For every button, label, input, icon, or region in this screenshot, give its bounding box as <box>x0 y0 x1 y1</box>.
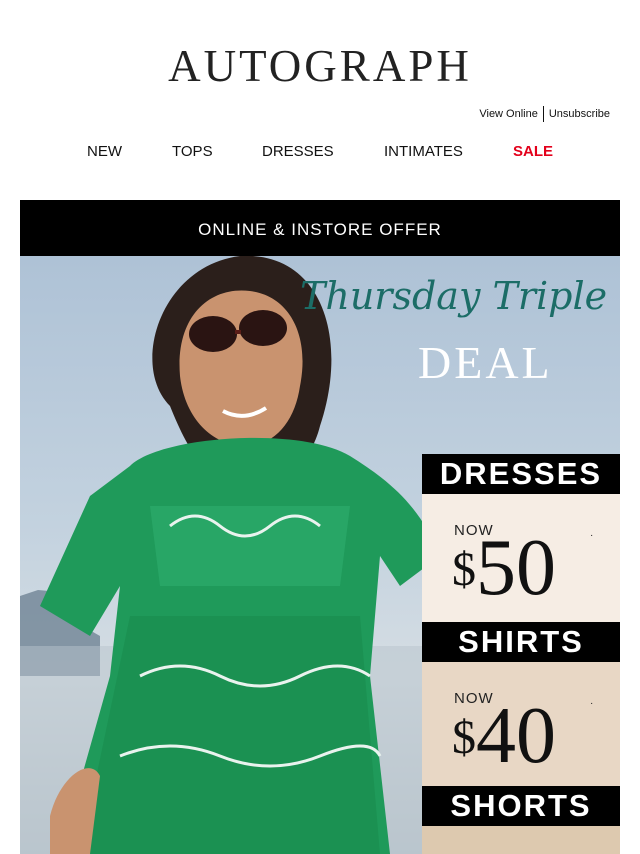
deal-shirts[interactable]: SHIRTS NOW $40 · <box>422 622 620 790</box>
divider <box>542 106 544 122</box>
deal-category-label: SHORTS <box>422 786 620 826</box>
main-nav: NEW TOPS DRESSES INTIMATES SALE <box>0 143 640 161</box>
offer-bar: ONLINE & INSTORE OFFER <box>20 200 620 256</box>
nav-tops[interactable]: TOPS <box>172 143 213 160</box>
deal-price-box: NOW $40 · <box>422 662 620 790</box>
deal-category-label: SHIRTS <box>422 622 620 662</box>
thursday-triple-title: Thursday Triple <box>300 274 608 318</box>
brand-logo[interactable]: AUTOGRAPH <box>0 38 640 94</box>
nav-intimates[interactable]: INTIMATES <box>384 143 463 160</box>
utility-links: View Online Unsubscribe <box>479 106 610 122</box>
nav-new[interactable]: NEW <box>87 143 122 160</box>
deal-price: $50 <box>452 524 556 612</box>
hero-photo: Thursday Triple DEAL DRESSES NOW $50 · S… <box>20 256 620 854</box>
deal-title: DEAL <box>418 337 553 388</box>
hero-banner[interactable]: ONLINE & INSTORE OFFER Thursday Triple D… <box>20 200 620 854</box>
deal-price-box <box>422 826 620 854</box>
view-online-link[interactable]: View Online <box>479 108 538 120</box>
deal-dresses[interactable]: DRESSES NOW $50 · <box>422 454 620 622</box>
nav-dresses[interactable]: DRESSES <box>262 143 334 160</box>
deal-shorts[interactable]: SHORTS <box>422 786 620 854</box>
unsubscribe-link[interactable]: Unsubscribe <box>549 108 610 120</box>
deal-price: $40 <box>452 692 556 780</box>
deal-category-label: DRESSES <box>422 454 620 494</box>
footnote-mark: · <box>590 698 594 709</box>
deal-price-box: NOW $50 · <box>422 494 620 622</box>
footnote-mark: · <box>590 530 594 541</box>
nav-sale[interactable]: SALE <box>513 143 553 160</box>
